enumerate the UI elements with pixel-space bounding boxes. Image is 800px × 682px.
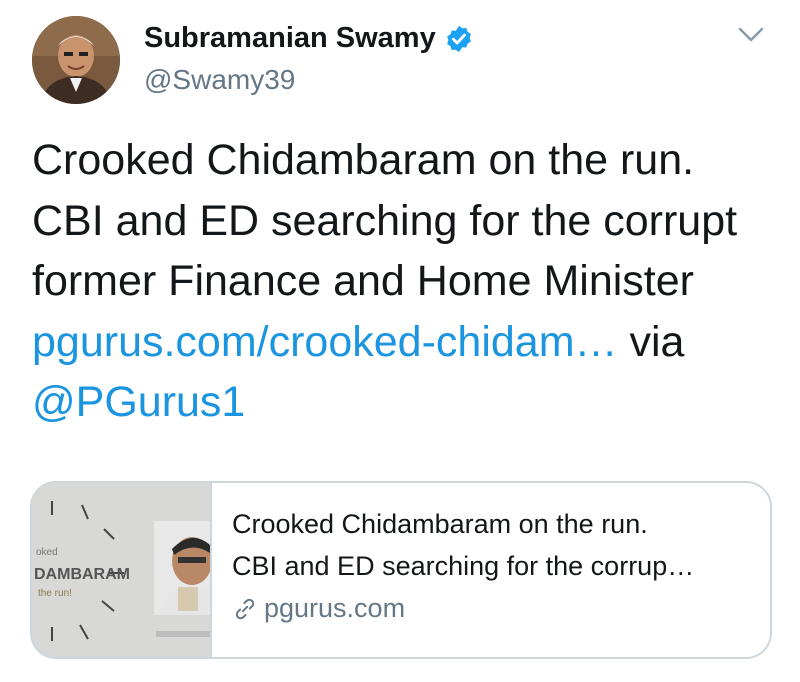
author-display-name[interactable]: Subramanian Swamy — [144, 22, 436, 55]
card-thumbnail-image: oked DAMBARAM the run! — [32, 483, 212, 657]
card-domain-row: pgurus.com — [232, 593, 405, 624]
thumb-text-line2: DAMBARAM — [34, 566, 130, 583]
tweet-text: Crooked Chidambaram on the run. CBI and … — [32, 130, 772, 433]
tweet-link[interactable]: pgurus.com/crooked-chidam… — [32, 318, 618, 366]
tweet-via-text: via — [629, 317, 685, 366]
author-name-row[interactable]: Subramanian Swamy — [144, 22, 474, 55]
author-handle[interactable]: @Swamy39 — [144, 64, 295, 96]
tweet-body-text: Crooked Chidambaram on the run. CBI and … — [32, 136, 738, 305]
chevron-down-icon[interactable] — [738, 26, 764, 44]
thumb-text-line1: oked — [36, 547, 58, 558]
avatar[interactable] — [32, 16, 120, 104]
tweet-mention[interactable]: @PGurus1 — [32, 378, 245, 426]
card-title: Crooked Chidambaram on the run. — [232, 509, 648, 539]
verified-badge-icon — [446, 25, 471, 52]
thumb-text-line3: the run! — [38, 588, 72, 599]
link-icon — [235, 598, 255, 619]
link-preview-card[interactable]: oked DAMBARAM the run! Crooked Chidambar… — [30, 481, 772, 659]
avatar-image — [32, 16, 120, 104]
card-description: CBI and ED searching for the corrup… — [232, 551, 695, 581]
card-thumbnail: oked DAMBARAM the run! — [32, 483, 212, 657]
card-domain: pgurus.com — [264, 593, 406, 623]
